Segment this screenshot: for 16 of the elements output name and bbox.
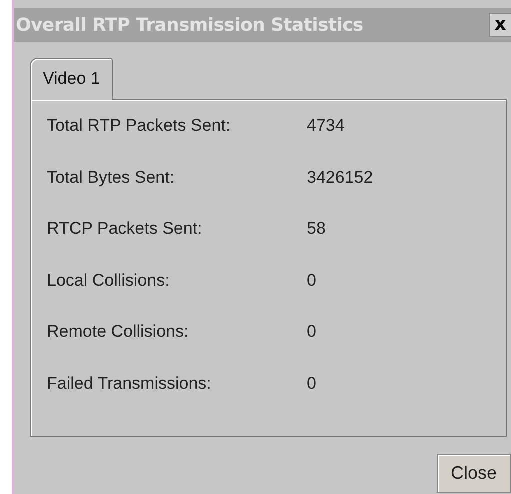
- window-title: Overall RTP Transmission Statistics: [15, 14, 364, 36]
- stat-label: Failed Transmissions:: [47, 374, 212, 394]
- stat-value: 3426152: [307, 168, 374, 188]
- stat-value: 0: [307, 374, 318, 394]
- tab[interactable]: Video 1: [30, 58, 114, 100]
- stat-value: 0: [307, 322, 318, 342]
- stat-label: Total RTP Packets Sent:: [47, 116, 232, 136]
- stat-label: Local Collisions:: [47, 270, 171, 290]
- stat-label: RTCP Packets Sent:: [47, 219, 204, 239]
- close-button[interactable]: x: [489, 13, 511, 37]
- stat-value: 4734: [307, 116, 346, 136]
- stat-value: 0: [307, 270, 318, 290]
- close-button[interactable]: Close: [437, 454, 511, 493]
- stat-value: 58: [307, 219, 327, 239]
- stat-label: Remote Collisions:: [47, 322, 190, 342]
- stat-label: Total Bytes Sent:: [47, 168, 176, 188]
